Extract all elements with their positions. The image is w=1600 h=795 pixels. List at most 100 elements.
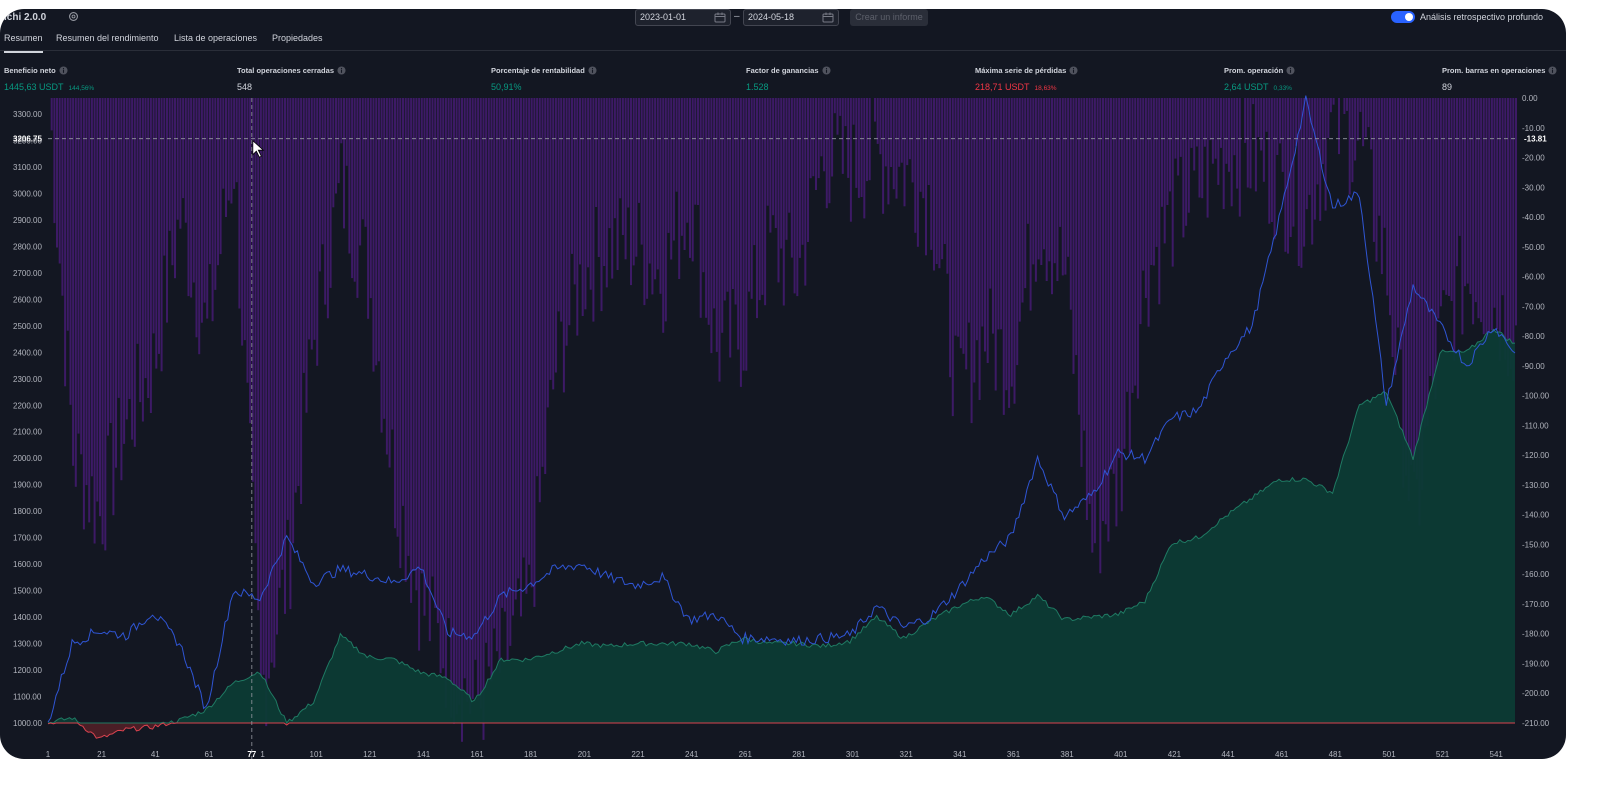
drawdown-bar (1034, 98, 1037, 282)
drawdown-bar (509, 98, 512, 646)
drawdown-bar (758, 98, 761, 301)
drawdown-bar (80, 98, 83, 455)
drawdown-bar (321, 98, 324, 245)
drawdown-bar (541, 98, 544, 467)
drawdown-bar (174, 98, 176, 279)
drawdown-bar (911, 98, 914, 183)
drawdown-bar (1394, 98, 1397, 375)
drawdown-bar (107, 98, 109, 436)
drawdown-bar (93, 98, 96, 544)
drawdown-bar (1466, 98, 1469, 284)
drawdown-bar (1075, 98, 1078, 356)
left-axis-tick: 2400.00 (13, 348, 42, 357)
drawdown-bar (233, 98, 236, 189)
drawdown-bar (1426, 98, 1429, 426)
drawdown-bar (1067, 98, 1070, 257)
drawdown-bar (726, 98, 729, 292)
settings-gear-icon[interactable] (68, 11, 79, 22)
drawdown-bar (104, 98, 107, 551)
drawdown-bar (994, 98, 997, 391)
drawdown-bar (316, 98, 319, 366)
calendar-icon[interactable] (822, 12, 834, 23)
tab-propiedades[interactable]: Propiedades (272, 33, 323, 51)
drawdown-bar (147, 98, 150, 398)
drawdown-bar (879, 98, 882, 155)
drawdown-bar (200, 98, 203, 323)
info-icon[interactable] (1286, 66, 1295, 75)
date-from-input[interactable]: 2023-01-01 (635, 9, 731, 26)
drawdown-bar (503, 98, 506, 612)
drawdown-bar (1297, 98, 1300, 266)
drawdown-bar (608, 98, 611, 229)
x-axis-tick: 201 (578, 750, 592, 759)
drawdown-bar (1123, 98, 1126, 449)
drawdown-bar (227, 98, 230, 201)
drawdown-bar (1190, 98, 1193, 148)
metric-value: 2,64 USDT 0,33% (1224, 82, 1295, 92)
drawdown-bar (1126, 98, 1129, 392)
drawdown-bar (584, 98, 587, 310)
tab-resumen[interactable]: Resumen (4, 33, 43, 53)
drawdown-bar (632, 98, 635, 266)
tab-resumen-rendimiento[interactable]: Resumen del rendimiento (56, 33, 159, 51)
drawdown-bar (176, 98, 179, 220)
drawdown-bar (967, 98, 970, 323)
drawdown-bar (764, 98, 767, 306)
create-report-button[interactable]: Crear un informe (850, 9, 928, 26)
drawdown-bar (1464, 98, 1466, 287)
right-axis-tick: -130.00 (1522, 481, 1550, 490)
info-icon[interactable] (821, 66, 831, 75)
drawdown-bar (1155, 98, 1158, 247)
drawdown-bar (230, 98, 233, 204)
drawdown-bar (970, 98, 973, 424)
drawdown-bar (1048, 98, 1051, 262)
date-to-input[interactable]: 2024-05-18 (743, 9, 839, 26)
drawdown-bar (364, 98, 367, 227)
drawdown-bar (369, 98, 372, 299)
drawdown-bar (1093, 98, 1096, 544)
drawdown-bar (925, 98, 927, 256)
drawdown-bar (117, 98, 120, 398)
metric-percent-profitable: Porcentaje de rentabilidad 50,91% (491, 62, 597, 92)
info-icon[interactable] (1069, 66, 1078, 75)
drawdown-bar (592, 98, 595, 322)
drawdown-bar (203, 98, 206, 303)
tab-lista-operaciones[interactable]: Lista de operaciones (174, 33, 257, 51)
tab-bar: Resumen Resumen del rendimiento Lista de… (0, 31, 1566, 53)
drawdown-bar (1102, 98, 1104, 521)
drawdown-bar (1115, 98, 1118, 527)
right-axis-tick: -10.00 (1522, 124, 1545, 133)
calendar-icon[interactable] (714, 12, 726, 23)
info-icon[interactable] (1548, 66, 1557, 75)
drawdown-bar (949, 98, 952, 378)
drawdown-bar (1485, 98, 1488, 340)
drawdown-bar (439, 98, 442, 674)
x-axis-tick: 361 (1007, 750, 1021, 759)
drawdown-bar (1501, 98, 1504, 296)
info-icon[interactable] (337, 66, 346, 75)
x-axis-tick: 501 (1382, 750, 1396, 759)
drawdown-bar (136, 98, 139, 344)
drawdown-bar (1005, 98, 1008, 391)
drawdown-bar (1085, 98, 1088, 520)
drawdown-bar (611, 98, 614, 279)
drawdown-bar (788, 98, 791, 213)
deep-backtest-label: Análisis retrospectivo profundo (1420, 12, 1544, 22)
drawdown-bar (225, 98, 227, 217)
right-axis-tick: -200.00 (1522, 689, 1550, 698)
info-icon[interactable] (588, 66, 597, 75)
metric-value-text: 2,64 USDT (1224, 82, 1269, 92)
drawdown-bar (58, 98, 61, 264)
deep-backtest-toggle[interactable] (1391, 11, 1415, 23)
drawdown-bar (1144, 98, 1147, 298)
drawdown-bar (648, 98, 651, 264)
drawdown-bar (863, 98, 866, 219)
drawdown-bar (265, 98, 268, 727)
drawdown-bar (461, 98, 463, 742)
drawdown-bar (1367, 98, 1370, 128)
drawdown-bar (1488, 98, 1491, 340)
drawdown-bar (367, 98, 370, 319)
right-axis-tick: 0.00 (1522, 94, 1538, 103)
equity-chart[interactable]: 3300.003200.003100.003000.002900.002800.… (0, 9, 1566, 759)
info-icon[interactable] (59, 66, 68, 75)
